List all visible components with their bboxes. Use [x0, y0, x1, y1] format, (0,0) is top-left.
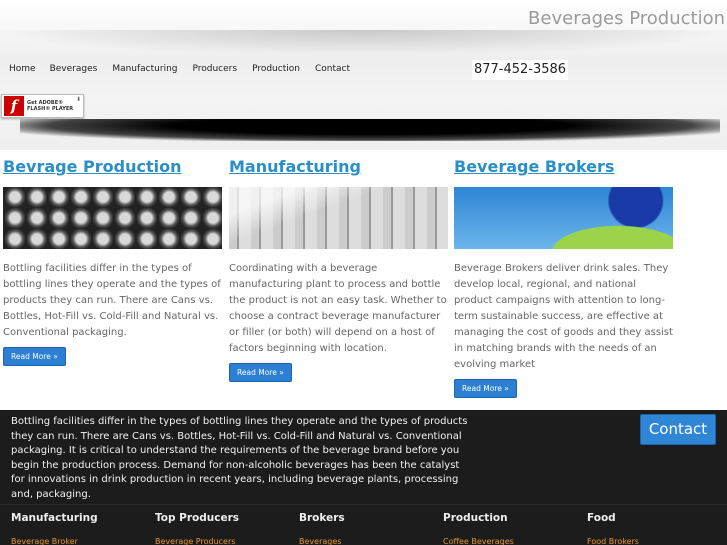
main-nav: Home Beverages Manufacturing Producers P…	[9, 64, 365, 74]
column-manufacturing: Manufacturing Coordinating with a bevera…	[229, 157, 449, 382]
column-text: Beverage Brokers deliver drink sales. Th…	[454, 263, 673, 370]
flash-icon: f	[4, 96, 24, 116]
footer-link[interactable]: Food Brokers	[587, 537, 639, 545]
footer-column-brokers: Brokers Beverages	[299, 512, 345, 545]
footer-heading: Top Producers	[155, 512, 240, 524]
footer-heading: Brokers	[299, 512, 345, 524]
footer-heading: Manufacturing	[11, 512, 98, 524]
column-text: Coordinating with a beverage manufacturi…	[229, 263, 447, 354]
column-text: Bottling facilities differ in the types …	[3, 263, 221, 338]
footer-link[interactable]: Beverage Producers	[155, 537, 239, 545]
production-line-image	[229, 187, 448, 249]
banner-text: Bottling facilities differ in the types …	[11, 416, 468, 500]
footer-link[interactable]: Beverage Broker	[11, 537, 98, 545]
header-shadow-decoration	[20, 119, 720, 141]
contact-button[interactable]: Contact	[640, 414, 716, 445]
nav-beverages[interactable]: Beverages	[50, 64, 98, 74]
footer-column-production: Production Coffee Beverages	[443, 512, 514, 545]
footer-column-manufacturing: Manufacturing Beverage Broker	[11, 512, 98, 545]
nav-producers[interactable]: Producers	[192, 64, 237, 74]
footer-column-food: Food Food Brokers	[587, 512, 639, 545]
read-more-button[interactable]: Read More »	[454, 379, 517, 398]
get-flash-player-badge[interactable]: f Get ADOBE® FLASH® PLAYER ⬇	[1, 94, 84, 118]
cans-image	[3, 187, 222, 249]
info-banner: Bottling facilities differ in the types …	[0, 410, 727, 545]
flash-badge-line2: FLASH® PLAYER	[27, 106, 74, 112]
column-beverage-production: Bevrage Production Bottling facilities d…	[3, 157, 223, 366]
read-more-button[interactable]: Read More »	[3, 347, 66, 366]
column-title[interactable]: Bevrage Production	[3, 157, 223, 176]
header: Beverages Production Home Beverages Manu…	[0, 0, 727, 150]
nav-manufacturing[interactable]: Manufacturing	[112, 64, 177, 74]
footer-column-top-producers: Top Producers Beverage Producers	[155, 512, 239, 545]
site-title[interactable]: Beverages Production	[528, 8, 725, 29]
phone-number: 877-452-3586	[472, 60, 568, 80]
footer-divider	[0, 504, 727, 505]
footer-heading: Food	[587, 512, 616, 524]
footer-heading: Production	[443, 512, 508, 524]
footer-link[interactable]: Beverages	[299, 537, 345, 545]
download-arrow-icon: ⬇	[75, 96, 81, 103]
column-title[interactable]: Beverage Brokers	[454, 157, 674, 176]
column-title[interactable]: Manufacturing	[229, 157, 449, 176]
nav-production[interactable]: Production	[252, 64, 300, 74]
nav-home[interactable]: Home	[9, 64, 36, 74]
column-beverage-brokers: Beverage Brokers Beverage Brokers delive…	[454, 157, 674, 398]
read-more-button[interactable]: Read More »	[229, 363, 292, 382]
bottle-image	[454, 187, 673, 249]
nav-contact[interactable]: Contact	[315, 64, 350, 74]
footer-link[interactable]: Coffee Beverages	[443, 537, 514, 545]
header-arc-decoration	[0, 30, 727, 56]
